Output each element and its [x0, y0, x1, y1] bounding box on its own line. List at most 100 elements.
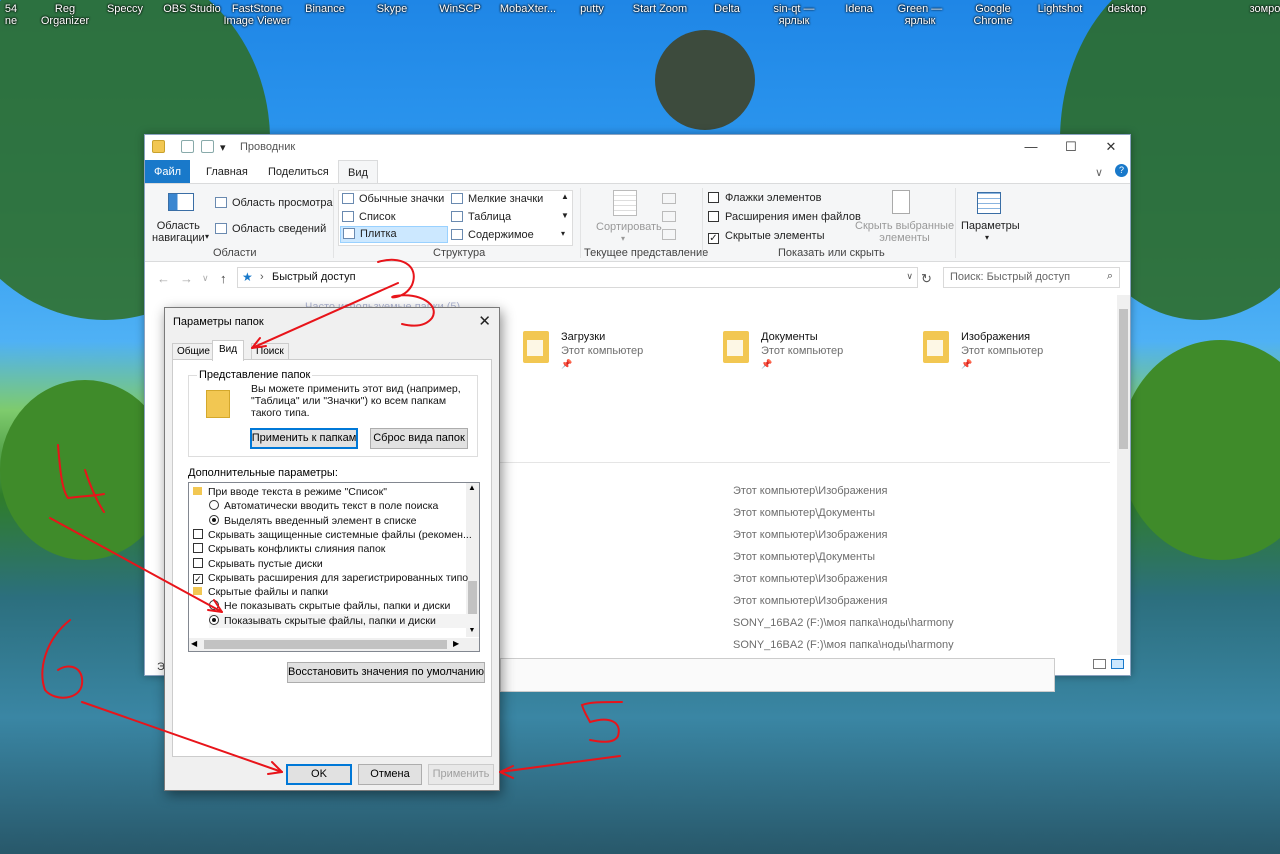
nav-pane-button[interactable]: Область навигации	[152, 220, 205, 244]
reset-folders-button[interactable]: Сброс вида папок	[370, 428, 468, 449]
details-view-icon[interactable]	[1093, 659, 1106, 669]
advanced-settings-tree[interactable]: ▲ ▼ ◀ ▶ При вводе текста в режиме "Списо…	[188, 482, 480, 652]
details-pane-button[interactable]: Область сведений	[215, 223, 326, 235]
desktop-icon-label[interactable]: MobaXter...	[493, 3, 563, 15]
options-button[interactable]: Параметры	[961, 220, 1020, 232]
size-columns-icon[interactable]	[662, 229, 676, 240]
sort-button[interactable]: Сортировать	[596, 221, 662, 233]
forward-icon[interactable]: →	[180, 271, 193, 286]
ribbon-separator	[955, 188, 956, 258]
group-by-icon[interactable]	[662, 193, 676, 204]
desktop-icon-label[interactable]: FastStone Image Viewer	[222, 3, 292, 27]
item-checkboxes-toggle[interactable]: Флажки элементов	[708, 192, 821, 204]
recent-file-path[interactable]: Этот компьютер\Изображения	[733, 595, 887, 607]
scroll-left-icon[interactable]: ◀	[191, 639, 197, 648]
scrollbar-thumb[interactable]	[1119, 309, 1128, 449]
desktop-icon-label[interactable]: Delta	[692, 3, 762, 15]
tab-search[interactable]: Поиск	[251, 343, 289, 360]
desktop-icon-label[interactable]: Binance	[290, 3, 360, 15]
recent-file-path[interactable]: Этот компьютер\Документы	[733, 507, 875, 519]
desktop-icon-label[interactable]: Speccy	[90, 3, 160, 15]
layout-tiles[interactable]: Плитка	[340, 226, 448, 243]
recent-file-path[interactable]: SONY_16BA2 (F:)\моя папка\ноды\harmony	[733, 617, 954, 629]
restore-defaults-button[interactable]: Восстановить значения по умолчанию	[287, 662, 485, 683]
tree-horizontal-scrollbar[interactable]: ◀ ▶	[189, 638, 479, 651]
recent-file-path[interactable]: Этот компьютер\Изображения	[733, 485, 887, 497]
desktop-icon-label[interactable]: Skype	[357, 3, 427, 15]
desktop-icon-label[interactable]: WinSCP	[425, 3, 495, 15]
tab-share[interactable]: Поделиться	[259, 160, 338, 184]
dialog-close-icon[interactable]: ✕	[478, 312, 491, 330]
desktop-icon-label[interactable]: putty	[557, 3, 627, 15]
recent-dropdown-icon[interactable]: ∨	[202, 273, 209, 284]
settings-tree-item[interactable]: Скрывать защищенные системные файлы (рек…	[193, 528, 472, 542]
breadcrumb[interactable]: Быстрый доступ	[272, 271, 356, 283]
hidden-items-toggle[interactable]: ✓ Скрытые элементы	[708, 230, 825, 244]
layout-scroll-down-icon[interactable]: ▼	[561, 211, 569, 220]
settings-tree-item[interactable]: Показывать скрытые файлы, папки и диски	[209, 613, 479, 628]
tab-view[interactable]: Вид	[338, 160, 378, 184]
nav-pane-dropdown-icon[interactable]: ▾	[205, 232, 209, 241]
layout-scroll-up-icon[interactable]: ▲	[561, 192, 569, 201]
up-icon[interactable]: ↑	[220, 271, 227, 286]
desktop-icon-label[interactable]: sin-qt — ярлык	[759, 3, 829, 27]
desktop-icon-label[interactable]: Google Chrome	[958, 3, 1028, 27]
new-folder-icon[interactable]	[201, 140, 214, 153]
layout-more-icon[interactable]: ▾	[561, 229, 565, 238]
search-input[interactable]: Поиск: Быстрый доступ ⌕	[943, 267, 1120, 288]
ok-button[interactable]: OK	[286, 764, 352, 785]
recent-file-path[interactable]: Этот компьютер\Изображения	[733, 529, 887, 541]
tab-home[interactable]: Главная	[197, 160, 257, 184]
desktop-icon-label[interactable]: desktop	[1092, 3, 1162, 15]
address-dropdown-icon[interactable]: ∨	[906, 271, 913, 282]
desktop-icon-label[interactable]: Green — ярлык	[885, 3, 955, 27]
scroll-right-icon[interactable]: ▶	[453, 639, 459, 648]
settings-tree-item[interactable]: ✓ Скрывать расширения для зарегистрирован…	[193, 571, 468, 585]
sort-dropdown-icon[interactable]: ▾	[621, 234, 625, 243]
desktop-icon-label[interactable]: Idena	[824, 3, 894, 15]
cancel-button[interactable]: Отмена	[358, 764, 422, 785]
quick-access-dropdown-icon[interactable]: ▾	[220, 141, 226, 154]
address-bar[interactable]: ★ › Быстрый доступ ∨	[237, 267, 918, 288]
close-icon[interactable]: ✕	[1102, 139, 1120, 155]
scroll-up-icon[interactable]: ▲	[468, 483, 476, 492]
file-extensions-toggle[interactable]: Расширения имен файлов	[708, 211, 861, 223]
desktop-icon-label[interactable]: Lightshot	[1025, 3, 1095, 15]
scrollbar-thumb[interactable]	[204, 640, 447, 649]
refresh-icon[interactable]: ↻	[921, 271, 932, 287]
ribbon-expand-icon[interactable]: ∨	[1095, 166, 1103, 179]
tab-view[interactable]: Вид	[212, 340, 245, 361]
background-dome	[655, 30, 755, 130]
maximize-icon[interactable]: ☐	[1062, 139, 1080, 155]
recent-file-path[interactable]: Этот компьютер\Документы	[733, 551, 875, 563]
help-icon[interactable]: ?	[1115, 164, 1128, 177]
recent-file-path[interactable]: Этот компьютер\Изображения	[733, 573, 887, 585]
desktop-icon-label[interactable]: OBS Studio	[157, 3, 227, 15]
layout-small-icons[interactable]: Мелкие значки	[451, 193, 543, 205]
tab-file[interactable]: Файл	[145, 160, 191, 184]
recent-file-path[interactable]: SONY_16BA2 (F:)\моя папка\ноды\harmony	[733, 639, 954, 651]
vertical-scrollbar[interactable]	[1117, 295, 1130, 655]
layout-details[interactable]: Таблица	[451, 211, 511, 223]
layout-list[interactable]: Список	[342, 211, 396, 223]
preview-pane-button[interactable]: Область просмотра	[215, 197, 333, 209]
settings-tree-item[interactable]: Скрывать пустые диски	[193, 557, 323, 571]
desktop-icon-label[interactable]: зомро	[1230, 3, 1280, 15]
layout-medium-icons[interactable]: Обычные значки	[342, 193, 444, 205]
tab-general[interactable]: Общие	[172, 343, 215, 360]
layout-label: Список	[359, 211, 396, 223]
apply-to-folders-button[interactable]: Применить к папкам	[250, 428, 358, 449]
properties-icon[interactable]	[181, 140, 194, 153]
add-columns-icon[interactable]	[662, 211, 676, 222]
hide-selected-button[interactable]: Скрыть выбранные элементы	[855, 220, 954, 244]
options-dropdown-icon[interactable]: ▾	[985, 233, 989, 242]
settings-tree-item[interactable]: Не показывать скрытые файлы, папки и дис…	[209, 599, 450, 613]
back-icon[interactable]: ←	[157, 271, 170, 286]
settings-tree-item[interactable]: Автоматически вводить текст в поле поиск…	[209, 499, 438, 513]
layout-content[interactable]: Содержимое	[451, 229, 534, 241]
minimize-icon[interactable]: —	[1022, 139, 1040, 155]
tiles-view-icon[interactable]	[1111, 659, 1124, 669]
settings-tree-item[interactable]: Скрывать конфликты слияния папок	[193, 542, 385, 556]
settings-tree-item[interactable]: Выделять введенный элемент в списке	[209, 514, 417, 528]
desktop-icon-label[interactable]: Start Zoom	[625, 3, 695, 15]
